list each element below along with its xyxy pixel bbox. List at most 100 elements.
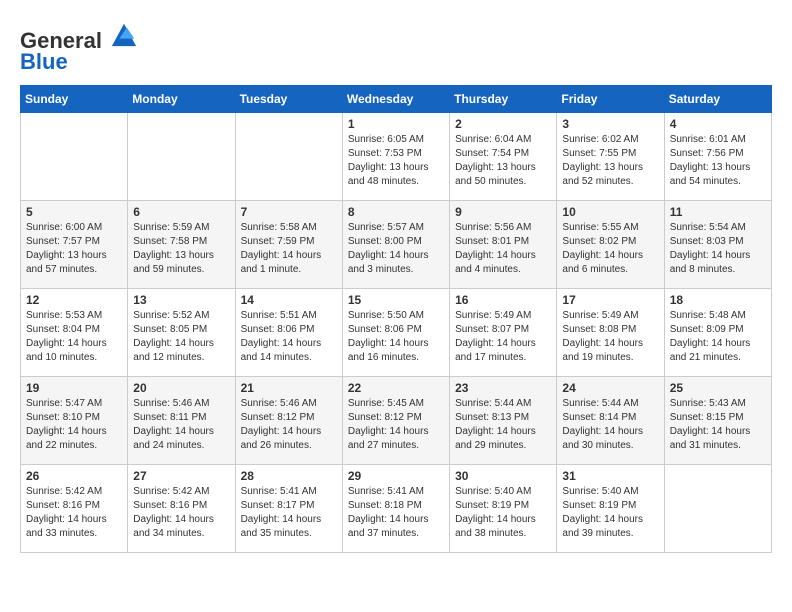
- day-number: 31: [562, 469, 658, 483]
- calendar-cell: [664, 465, 771, 553]
- calendar-cell: 21 Sunrise: 5:46 AM Sunset: 8:12 PM Dayli…: [235, 377, 342, 465]
- calendar-cell: 17 Sunrise: 5:49 AM Sunset: 8:08 PM Dayli…: [557, 289, 664, 377]
- day-info: Sunrise: 5:42 AM Sunset: 8:16 PM Dayligh…: [26, 485, 122, 541]
- day-header-sunday: Sunday: [21, 86, 128, 113]
- day-info: Sunrise: 6:00 AM Sunset: 7:57 PM Dayligh…: [26, 221, 122, 277]
- logo-icon: [110, 20, 138, 48]
- calendar-cell: 28Sunrise: 5:41 AM Sunset: 8:17 PM Dayli…: [235, 465, 342, 553]
- day-number: 16: [455, 293, 551, 307]
- day-number: 20: [133, 381, 229, 395]
- calendar-cell: 23 Sunrise: 5:44 AM Sunset: 8:13 PM Dayli…: [450, 377, 557, 465]
- page-header: General Blue: [20, 20, 772, 75]
- day-number: 3: [562, 117, 658, 131]
- day-info: Sunrise: 5:57 AM Sunset: 8:00 PM Dayligh…: [348, 221, 444, 277]
- day-number: 9: [455, 205, 551, 219]
- day-number: 28: [241, 469, 337, 483]
- calendar-cell: 2Sunrise: 6:04 AM Sunset: 7:54 PM Daylig…: [450, 113, 557, 201]
- day-number: 13: [133, 293, 229, 307]
- day-info: Sunrise: 5:49 AM Sunset: 8:08 PM Dayligh…: [562, 309, 658, 365]
- day-info: Sunrise: 6:05 AM Sunset: 7:53 PM Dayligh…: [348, 133, 444, 189]
- calendar-cell: 11 Sunrise: 5:54 AM Sunset: 8:03 PM Dayli…: [664, 201, 771, 289]
- day-info: Sunrise: 6:02 AM Sunset: 7:55 PM Dayligh…: [562, 133, 658, 189]
- day-header-thursday: Thursday: [450, 86, 557, 113]
- day-info: Sunrise: 5:49 AM Sunset: 8:07 PM Dayligh…: [455, 309, 551, 365]
- day-info: Sunrise: 5:44 AM Sunset: 8:14 PM Dayligh…: [562, 397, 658, 453]
- logo-blue-text: Blue: [20, 49, 68, 74]
- calendar-cell: 31 Sunrise: 5:40 AM Sunset: 8:19 PM Dayli…: [557, 465, 664, 553]
- day-number: 24: [562, 381, 658, 395]
- day-number: 22: [348, 381, 444, 395]
- day-number: 23: [455, 381, 551, 395]
- day-info: Sunrise: 5:54 AM Sunset: 8:03 PM Dayligh…: [670, 221, 766, 277]
- day-info: Sunrise: 5:53 AM Sunset: 8:04 PM Dayligh…: [26, 309, 122, 365]
- day-info: Sunrise: 5:44 AM Sunset: 8:13 PM Dayligh…: [455, 397, 551, 453]
- day-number: 14: [241, 293, 337, 307]
- day-info: Sunrise: 5:46 AM Sunset: 8:12 PM Dayligh…: [241, 397, 337, 453]
- day-info: Sunrise: 5:56 AM Sunset: 8:01 PM Dayligh…: [455, 221, 551, 277]
- week-row-3: 12 Sunrise: 5:53 AM Sunset: 8:04 PM Dayli…: [21, 289, 772, 377]
- calendar-cell: 3 Sunrise: 6:02 AM Sunset: 7:55 PM Daylig…: [557, 113, 664, 201]
- calendar-cell: 14Sunrise: 5:51 AM Sunset: 8:06 PM Dayli…: [235, 289, 342, 377]
- day-number: 17: [562, 293, 658, 307]
- week-row-5: 26 Sunrise: 5:42 AM Sunset: 8:16 PM Dayli…: [21, 465, 772, 553]
- calendar-cell: 24 Sunrise: 5:44 AM Sunset: 8:14 PM Dayli…: [557, 377, 664, 465]
- calendar-cell: 25 Sunrise: 5:43 AM Sunset: 8:15 PM Dayli…: [664, 377, 771, 465]
- day-number: 26: [26, 469, 122, 483]
- day-info: Sunrise: 5:55 AM Sunset: 8:02 PM Dayligh…: [562, 221, 658, 277]
- day-number: 8: [348, 205, 444, 219]
- day-info: Sunrise: 5:58 AM Sunset: 7:59 PM Dayligh…: [241, 221, 337, 277]
- day-info: Sunrise: 5:42 AM Sunset: 8:16 PM Dayligh…: [133, 485, 229, 541]
- calendar-cell: 19 Sunrise: 5:47 AM Sunset: 8:10 PM Dayli…: [21, 377, 128, 465]
- day-number: 15: [348, 293, 444, 307]
- calendar-cell: 7 Sunrise: 5:58 AM Sunset: 7:59 PM Daylig…: [235, 201, 342, 289]
- day-number: 29: [348, 469, 444, 483]
- calendar-cell: 1Sunrise: 6:05 AM Sunset: 7:53 PM Daylig…: [342, 113, 449, 201]
- day-header-friday: Friday: [557, 86, 664, 113]
- calendar-cell: [21, 113, 128, 201]
- day-number: 11: [670, 205, 766, 219]
- day-info: Sunrise: 5:45 AM Sunset: 8:12 PM Dayligh…: [348, 397, 444, 453]
- week-row-4: 19 Sunrise: 5:47 AM Sunset: 8:10 PM Dayli…: [21, 377, 772, 465]
- day-number: 19: [26, 381, 122, 395]
- calendar-cell: 16 Sunrise: 5:49 AM Sunset: 8:07 PM Dayli…: [450, 289, 557, 377]
- day-number: 6: [133, 205, 229, 219]
- day-header-monday: Monday: [128, 86, 235, 113]
- day-info: Sunrise: 5:50 AM Sunset: 8:06 PM Dayligh…: [348, 309, 444, 365]
- day-info: Sunrise: 5:59 AM Sunset: 7:58 PM Dayligh…: [133, 221, 229, 277]
- day-info: Sunrise: 5:41 AM Sunset: 8:18 PM Dayligh…: [348, 485, 444, 541]
- calendar-cell: 6 Sunrise: 5:59 AM Sunset: 7:58 PM Daylig…: [128, 201, 235, 289]
- day-header-saturday: Saturday: [664, 86, 771, 113]
- day-number: 18: [670, 293, 766, 307]
- week-row-2: 5 Sunrise: 6:00 AM Sunset: 7:57 PM Daylig…: [21, 201, 772, 289]
- day-number: 5: [26, 205, 122, 219]
- calendar-cell: 30 Sunrise: 5:40 AM Sunset: 8:19 PM Dayli…: [450, 465, 557, 553]
- day-info: Sunrise: 5:47 AM Sunset: 8:10 PM Dayligh…: [26, 397, 122, 453]
- day-number: 7: [241, 205, 337, 219]
- day-info: Sunrise: 5:48 AM Sunset: 8:09 PM Dayligh…: [670, 309, 766, 365]
- day-info: Sunrise: 5:40 AM Sunset: 8:19 PM Dayligh…: [455, 485, 551, 541]
- calendar-cell: 4 Sunrise: 6:01 AM Sunset: 7:56 PM Daylig…: [664, 113, 771, 201]
- calendar-cell: 29 Sunrise: 5:41 AM Sunset: 8:18 PM Dayli…: [342, 465, 449, 553]
- day-info: Sunrise: 5:43 AM Sunset: 8:15 PM Dayligh…: [670, 397, 766, 453]
- day-number: 30: [455, 469, 551, 483]
- day-info: Sunrise: 6:01 AM Sunset: 7:56 PM Dayligh…: [670, 133, 766, 189]
- day-number: 12: [26, 293, 122, 307]
- calendar-cell: 9 Sunrise: 5:56 AM Sunset: 8:01 PM Daylig…: [450, 201, 557, 289]
- day-info: Sunrise: 5:46 AM Sunset: 8:11 PM Dayligh…: [133, 397, 229, 453]
- calendar-cell: 27 Sunrise: 5:42 AM Sunset: 8:16 PM Dayli…: [128, 465, 235, 553]
- calendar-cell: [128, 113, 235, 201]
- day-header-wednesday: Wednesday: [342, 86, 449, 113]
- day-number: 25: [670, 381, 766, 395]
- day-number: 27: [133, 469, 229, 483]
- day-number: 21: [241, 381, 337, 395]
- calendar-cell: 8 Sunrise: 5:57 AM Sunset: 8:00 PM Daylig…: [342, 201, 449, 289]
- calendar-table: SundayMondayTuesdayWednesdayThursdayFrid…: [20, 85, 772, 553]
- day-header-tuesday: Tuesday: [235, 86, 342, 113]
- calendar-cell: 12 Sunrise: 5:53 AM Sunset: 8:04 PM Dayli…: [21, 289, 128, 377]
- calendar-cell: 22 Sunrise: 5:45 AM Sunset: 8:12 PM Dayli…: [342, 377, 449, 465]
- day-number: 4: [670, 117, 766, 131]
- week-row-1: 1Sunrise: 6:05 AM Sunset: 7:53 PM Daylig…: [21, 113, 772, 201]
- day-info: Sunrise: 5:40 AM Sunset: 8:19 PM Dayligh…: [562, 485, 658, 541]
- calendar-cell: 5 Sunrise: 6:00 AM Sunset: 7:57 PM Daylig…: [21, 201, 128, 289]
- day-info: Sunrise: 6:04 AM Sunset: 7:54 PM Dayligh…: [455, 133, 551, 189]
